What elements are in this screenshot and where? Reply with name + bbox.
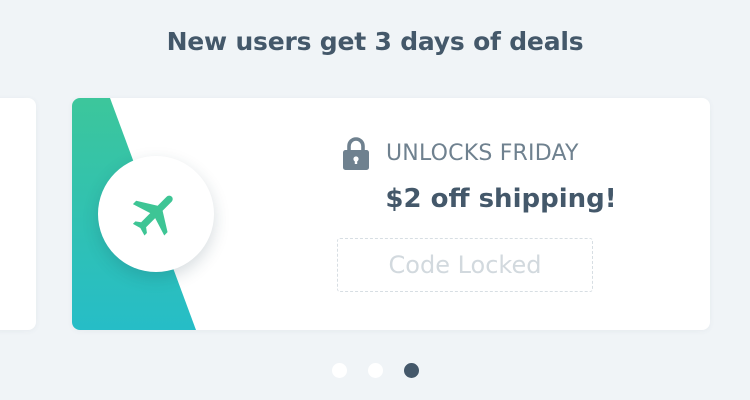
carousel-pagination	[332, 362, 422, 378]
offer-title: $2 off shipping!	[385, 184, 617, 214]
icon-badge	[98, 156, 214, 272]
lock-icon	[343, 137, 369, 170]
airplane-icon	[132, 195, 173, 236]
unlock-status-label: UNLOCKS FRIDAY	[386, 140, 579, 166]
unlock-status: UNLOCKS FRIDAY	[342, 136, 672, 170]
carousel-dot-1[interactable]	[332, 362, 347, 378]
deal-card[interactable]: UNLOCKS FRIDAY $2 off shipping! Code Loc…	[72, 98, 710, 330]
locked-code-label: Code Locked	[388, 251, 542, 279]
previous-deal-card[interactable]	[0, 98, 36, 330]
page-title: New users get 3 days of deals	[166, 27, 584, 56]
carousel-dot-2[interactable]	[368, 362, 383, 378]
carousel-dot-3[interactable]	[404, 362, 419, 378]
locked-code-button[interactable]: Code Locked	[337, 238, 593, 292]
